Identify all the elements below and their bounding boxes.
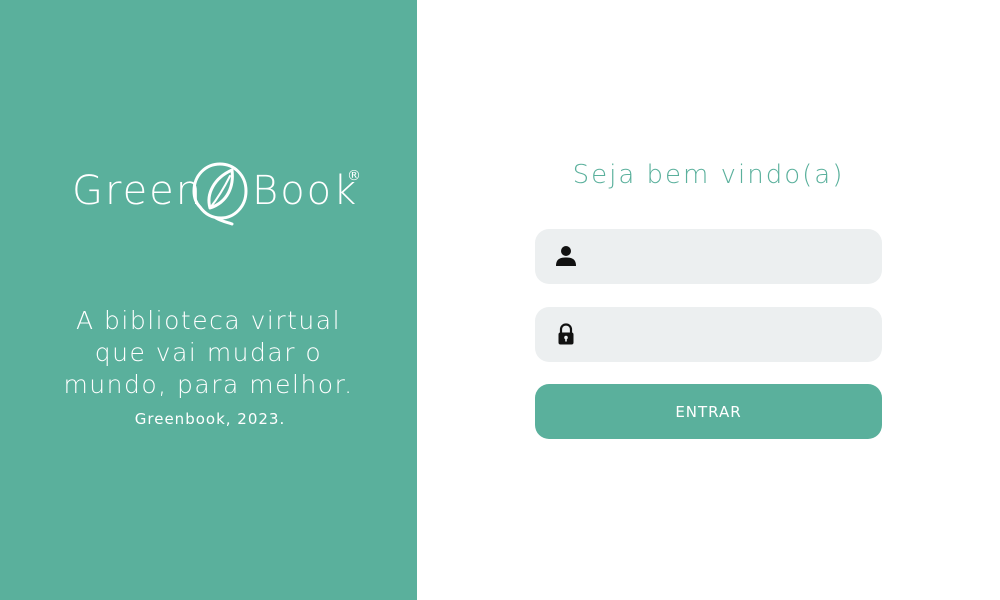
tagline-line: mundo, para melhor. [63,370,354,399]
lock-icon [558,323,574,345]
tagline-line: A biblioteca virtual [75,306,342,335]
welcome-heading: Seja bem vindo(a) [572,160,845,190]
login-page: Green Book ® A biblioteca virtual que va… [0,0,1000,600]
user-icon [556,246,576,266]
tagline-signature: Greenbook, 2023. [134,410,286,428]
login-button[interactable]: ENTRAR [535,384,882,439]
registered-mark: ® [347,168,361,184]
login-panel: Seja bem vindo(a) ENTRAR [417,0,1000,600]
password-field[interactable] [535,307,882,362]
tagline-line: que vai mudar o [94,338,323,367]
leaf-circle-icon [192,162,248,226]
username-field[interactable] [535,229,882,284]
brand-panel: Green Book ® A biblioteca virtual que va… [0,0,417,600]
logo-text-green: Green [72,168,204,214]
password-input[interactable] [591,307,871,362]
tagline: A biblioteca virtual que vai mudar o mun… [30,305,387,401]
logo-text-book: Book [252,168,359,214]
username-input[interactable] [591,229,871,284]
greenbook-logo: Green Book ® [72,158,372,228]
